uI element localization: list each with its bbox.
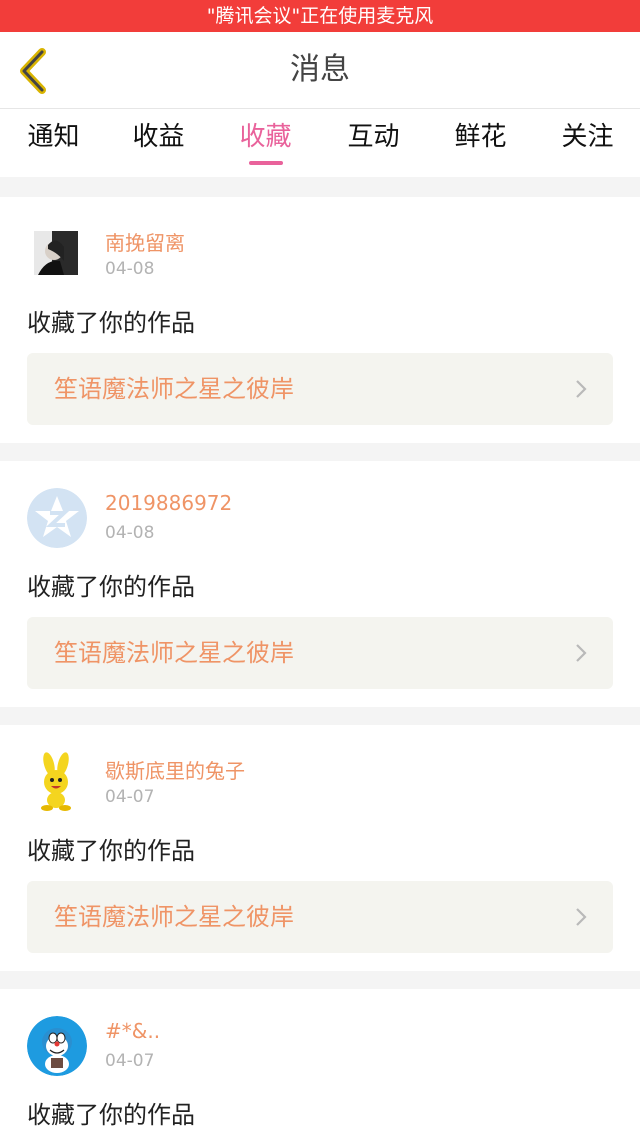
active-tab-indicator: [249, 161, 283, 165]
username[interactable]: 歇斯底里的兔子: [105, 755, 245, 784]
message-card: 南挽留离 04-08 收藏了你的作品 笙语魔法师之星之彼岸: [0, 197, 640, 443]
status-bar-text: "腾讯会议"正在使用麦克风: [206, 5, 434, 27]
tab-flowers[interactable]: 鲜花: [427, 109, 534, 177]
action-text: 收藏了你的作品: [27, 1101, 195, 1129]
portrait-photo-icon: [34, 231, 78, 275]
message-date: 04-07: [105, 787, 155, 807]
yellow-rabbit-icon: [27, 752, 87, 812]
tab-label: 收益: [132, 122, 185, 152]
message-date: 04-08: [105, 259, 155, 279]
status-bar: "腾讯会议"正在使用麦克风: [0, 0, 640, 32]
doraemon-icon: [27, 1016, 87, 1076]
work-link[interactable]: 笙语魔法师之星之彼岸: [27, 881, 613, 953]
message-card: 2019886972 04-08 收藏了你的作品 笙语魔法师之星之彼岸: [0, 461, 640, 707]
chevron-right-icon: [576, 644, 587, 662]
username[interactable]: 南挽留离: [105, 227, 185, 256]
tab-favorites[interactable]: 收藏: [212, 109, 319, 177]
tab-follows[interactable]: 关注: [534, 109, 640, 177]
avatar[interactable]: [27, 752, 87, 812]
work-title: 笙语魔法师之星之彼岸: [54, 639, 294, 667]
tab-notifications[interactable]: 通知: [0, 109, 107, 177]
message-card: 歇斯底里的兔子 04-07 收藏了你的作品 笙语魔法师之星之彼岸: [0, 725, 640, 971]
work-link[interactable]: 笙语魔法师之星之彼岸: [27, 617, 613, 689]
message-date: 04-08: [105, 523, 155, 543]
message-date: 04-07: [105, 1051, 155, 1071]
avatar[interactable]: [34, 231, 78, 275]
avatar[interactable]: [27, 1016, 87, 1076]
qq-default-avatar-icon: [27, 488, 87, 548]
tab-interactions[interactable]: 互动: [320, 109, 427, 177]
tab-bar: 通知 收益 收藏 互动 鲜花 关注: [0, 109, 640, 177]
page-title: 消息: [290, 52, 350, 87]
tab-label: 鲜花: [454, 122, 507, 152]
chevron-right-icon: [576, 908, 587, 926]
action-text: 收藏了你的作品: [27, 573, 195, 601]
work-link[interactable]: 笙语魔法师之星之彼岸: [27, 353, 613, 425]
tab-label: 互动: [347, 122, 400, 152]
tab-label: 收藏: [239, 122, 292, 152]
message-card: #*&.. 04-07 收藏了你的作品: [0, 989, 640, 1138]
tab-label: 通知: [27, 122, 80, 152]
action-text: 收藏了你的作品: [27, 309, 195, 337]
work-title: 笙语魔法师之星之彼岸: [54, 903, 294, 931]
avatar[interactable]: [27, 488, 87, 548]
tab-label: 关注: [561, 122, 614, 152]
chevron-right-icon: [576, 380, 587, 398]
work-title: 笙语魔法师之星之彼岸: [54, 375, 294, 403]
username[interactable]: 2019886972: [105, 491, 232, 515]
tab-earnings[interactable]: 收益: [105, 109, 212, 177]
header: 消息: [0, 32, 640, 109]
action-text: 收藏了你的作品: [27, 837, 195, 865]
username[interactable]: #*&..: [105, 1019, 160, 1043]
